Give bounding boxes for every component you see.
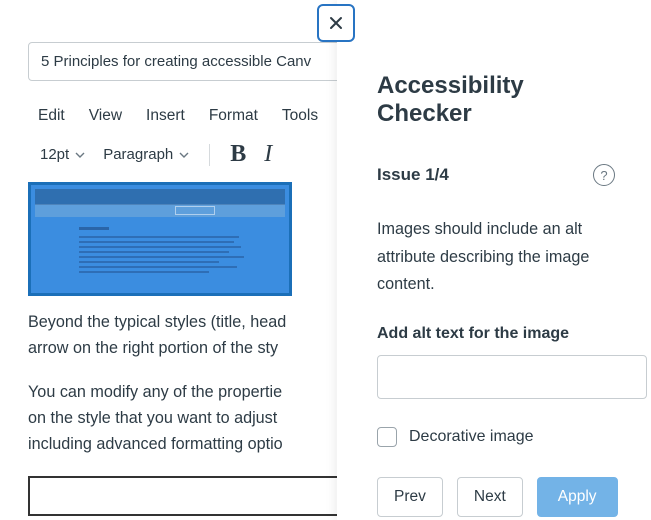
next-button[interactable]: Next xyxy=(457,477,523,517)
accessibility-panel: Accessibility Checker Issue 1/4 ? Images… xyxy=(337,0,651,520)
decorative-label: Decorative image xyxy=(409,428,534,446)
close-button[interactable] xyxy=(317,4,355,42)
block-style-value: Paragraph xyxy=(103,146,173,163)
prev-button[interactable]: Prev xyxy=(377,477,443,517)
menu-tools[interactable]: Tools xyxy=(282,107,318,125)
image-ribbon xyxy=(35,205,285,217)
menu-format[interactable]: Format xyxy=(209,107,258,125)
image-body xyxy=(79,227,249,276)
decorative-checkbox[interactable] xyxy=(377,427,397,447)
menu-view[interactable]: View xyxy=(89,107,122,125)
help-icon[interactable]: ? xyxy=(593,164,615,186)
panel-title: Accessibility Checker xyxy=(377,72,615,128)
chevron-down-icon xyxy=(75,150,85,160)
close-icon xyxy=(329,16,343,30)
toolbar-divider xyxy=(209,144,210,166)
alt-text-input[interactable] xyxy=(377,355,647,399)
alt-text-label: Add alt text for the image xyxy=(377,325,615,343)
italic-button[interactable]: I xyxy=(264,141,272,168)
apply-button[interactable]: Apply xyxy=(537,477,618,517)
issue-counter: Issue 1/4 xyxy=(377,165,449,185)
menu-edit[interactable]: Edit xyxy=(38,107,65,125)
selected-image[interactable] xyxy=(28,182,292,296)
image-chrome xyxy=(35,189,285,205)
issue-description: Images should include an alt attribute d… xyxy=(377,216,615,299)
block-style-dropdown[interactable]: Paragraph xyxy=(103,146,189,163)
bold-button[interactable]: B xyxy=(230,141,246,168)
font-size-dropdown[interactable]: 12pt xyxy=(40,146,85,163)
menu-insert[interactable]: Insert xyxy=(146,107,185,125)
chevron-down-icon xyxy=(179,150,189,160)
font-size-value: 12pt xyxy=(40,146,69,163)
